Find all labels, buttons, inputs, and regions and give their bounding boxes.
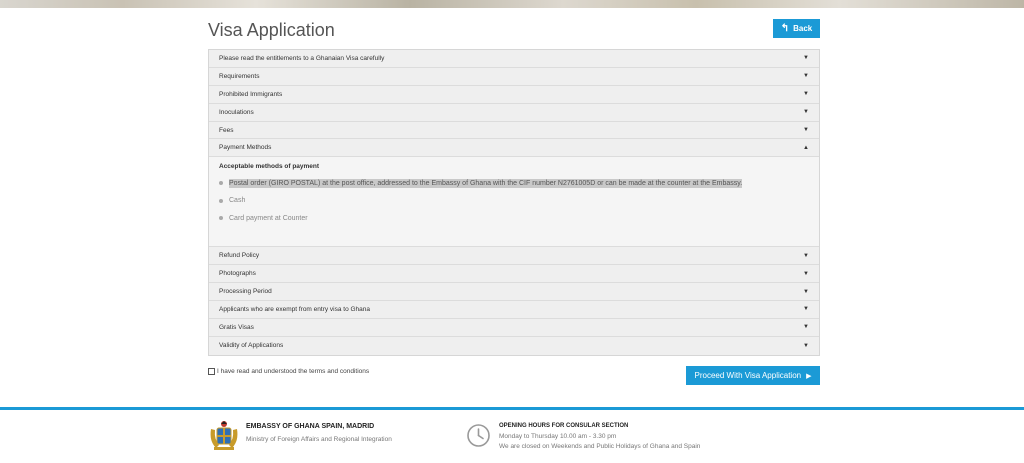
accordion-item-entitlements[interactable]: Please read the entitlements to a Ghanai… xyxy=(209,50,819,68)
accordion-item-label: Photographs xyxy=(219,270,256,278)
accordion-item-processing-period[interactable]: Processing Period ▼ xyxy=(209,283,819,302)
accordion-item-label: Applicants who are exempt from entry vis… xyxy=(219,305,371,313)
accordion-item-label: Prohibited Immigrants xyxy=(219,90,283,98)
payment-method-text: Card payment at Counter xyxy=(229,214,308,222)
accordion-item-refund-policy[interactable]: Refund Policy ▼ xyxy=(209,247,819,266)
proceed-visa-application-button[interactable]: Proceed With Visa Application ▶ xyxy=(686,366,820,385)
ghana-coat-of-arms-icon xyxy=(210,421,238,450)
back-button-label: Back xyxy=(793,24,813,33)
back-button[interactable]: ↰ Back xyxy=(773,19,820,38)
chevron-down-icon: ▼ xyxy=(803,109,809,116)
accordion-item-payment-methods[interactable]: Payment Methods ▲ xyxy=(209,139,819,158)
chevron-down-icon: ▼ xyxy=(803,127,809,133)
accordion-item-label: Fees xyxy=(219,126,234,134)
accordion-item-prohibited-immigrants[interactable]: Prohibited Immigrants ▼ xyxy=(209,85,819,104)
chevron-down-icon: ▼ xyxy=(803,324,809,331)
accordion-item-requirements[interactable]: Requirements ▼ xyxy=(209,67,819,86)
chevron-down-icon: ▼ xyxy=(803,91,809,98)
accordion-item-label: Please read the entitlements to a Ghanai… xyxy=(219,54,385,62)
chevron-down-icon: ▼ xyxy=(803,288,809,295)
accordion-item-label: Processing Period xyxy=(219,288,272,296)
clock-icon xyxy=(467,424,490,447)
accordion-item-label: Requirements xyxy=(219,72,260,80)
opening-hours-closed: We are closed on Weekends and Public Hol… xyxy=(499,443,701,450)
terms-label: I have read and understood the terms and… xyxy=(217,368,370,375)
payment-methods-list: Postal order (GIRO POSTAL) at the post o… xyxy=(219,174,809,227)
accordion-item-fees[interactable]: Fees ▼ xyxy=(209,121,819,140)
proceed-button-label: Proceed With Visa Application xyxy=(694,371,802,380)
chevron-down-icon: ▼ xyxy=(803,270,809,277)
chevron-down-icon: ▼ xyxy=(803,55,809,62)
accordion-item-label: Inoculations xyxy=(219,108,254,116)
list-item: Cash xyxy=(219,192,809,210)
chevron-down-icon: ▼ xyxy=(803,73,809,80)
list-item: Postal order (GIRO POSTAL) at the post o… xyxy=(219,174,809,192)
payment-method-text: Cash xyxy=(229,197,246,205)
accordion-item-label: Validity of Applications xyxy=(219,342,284,350)
page-title: Visa Application xyxy=(208,20,335,40)
bullet-icon xyxy=(219,181,223,186)
bullet-icon xyxy=(219,216,223,221)
chevron-down-icon: ▼ xyxy=(803,306,809,313)
payment-methods-panel: Acceptable methods of payment Postal ord… xyxy=(209,157,819,248)
top-banner xyxy=(0,0,1024,8)
embassy-name: EMBASSY OF GHANA SPAIN, MADRID xyxy=(246,423,375,430)
accordion-item-label: Refund Policy xyxy=(219,252,260,260)
accordion-item-label: Payment Methods xyxy=(219,144,272,152)
payment-method-text: Postal order (GIRO POSTAL) at the post o… xyxy=(229,178,743,188)
arrow-left-icon: ↰ xyxy=(780,22,790,34)
payment-methods-heading: Acceptable methods of payment xyxy=(219,163,320,171)
accordion-item-gratis-visas[interactable]: Gratis Visas ▼ xyxy=(209,318,819,337)
ministry-name: Ministry of Foreign Affairs and Regional… xyxy=(246,436,392,443)
terms-checkbox[interactable] xyxy=(208,368,215,375)
opening-hours-weekday: Monday to Thursday 10.00 am - 3.30 pm xyxy=(499,433,617,440)
triangle-right-icon: ▶ xyxy=(806,372,812,380)
accordion-item-validity[interactable]: Validity of Applications ▼ xyxy=(209,336,819,355)
accordion-item-exempt-applicants[interactable]: Applicants who are exempt from entry vis… xyxy=(209,301,819,319)
accordion-item-label: Gratis Visas xyxy=(219,323,254,331)
list-item: Card payment at Counter xyxy=(219,209,809,227)
terms-accordion: Please read the entitlements to a Ghanai… xyxy=(208,49,820,356)
footer-divider xyxy=(0,407,1024,410)
accordion-item-inoculations[interactable]: Inoculations ▼ xyxy=(209,103,819,122)
opening-hours-title: OPENING HOURS FOR CONSULAR SECTION xyxy=(499,423,629,429)
accordion-item-photographs[interactable]: Photographs ▼ xyxy=(209,265,819,284)
terms-checkbox-row[interactable]: I have read and understood the terms and… xyxy=(208,368,369,375)
bullet-icon xyxy=(219,198,223,203)
chevron-down-icon: ▼ xyxy=(803,342,809,349)
chevron-down-icon: ▼ xyxy=(803,252,809,259)
chevron-up-icon: ▲ xyxy=(803,144,809,151)
